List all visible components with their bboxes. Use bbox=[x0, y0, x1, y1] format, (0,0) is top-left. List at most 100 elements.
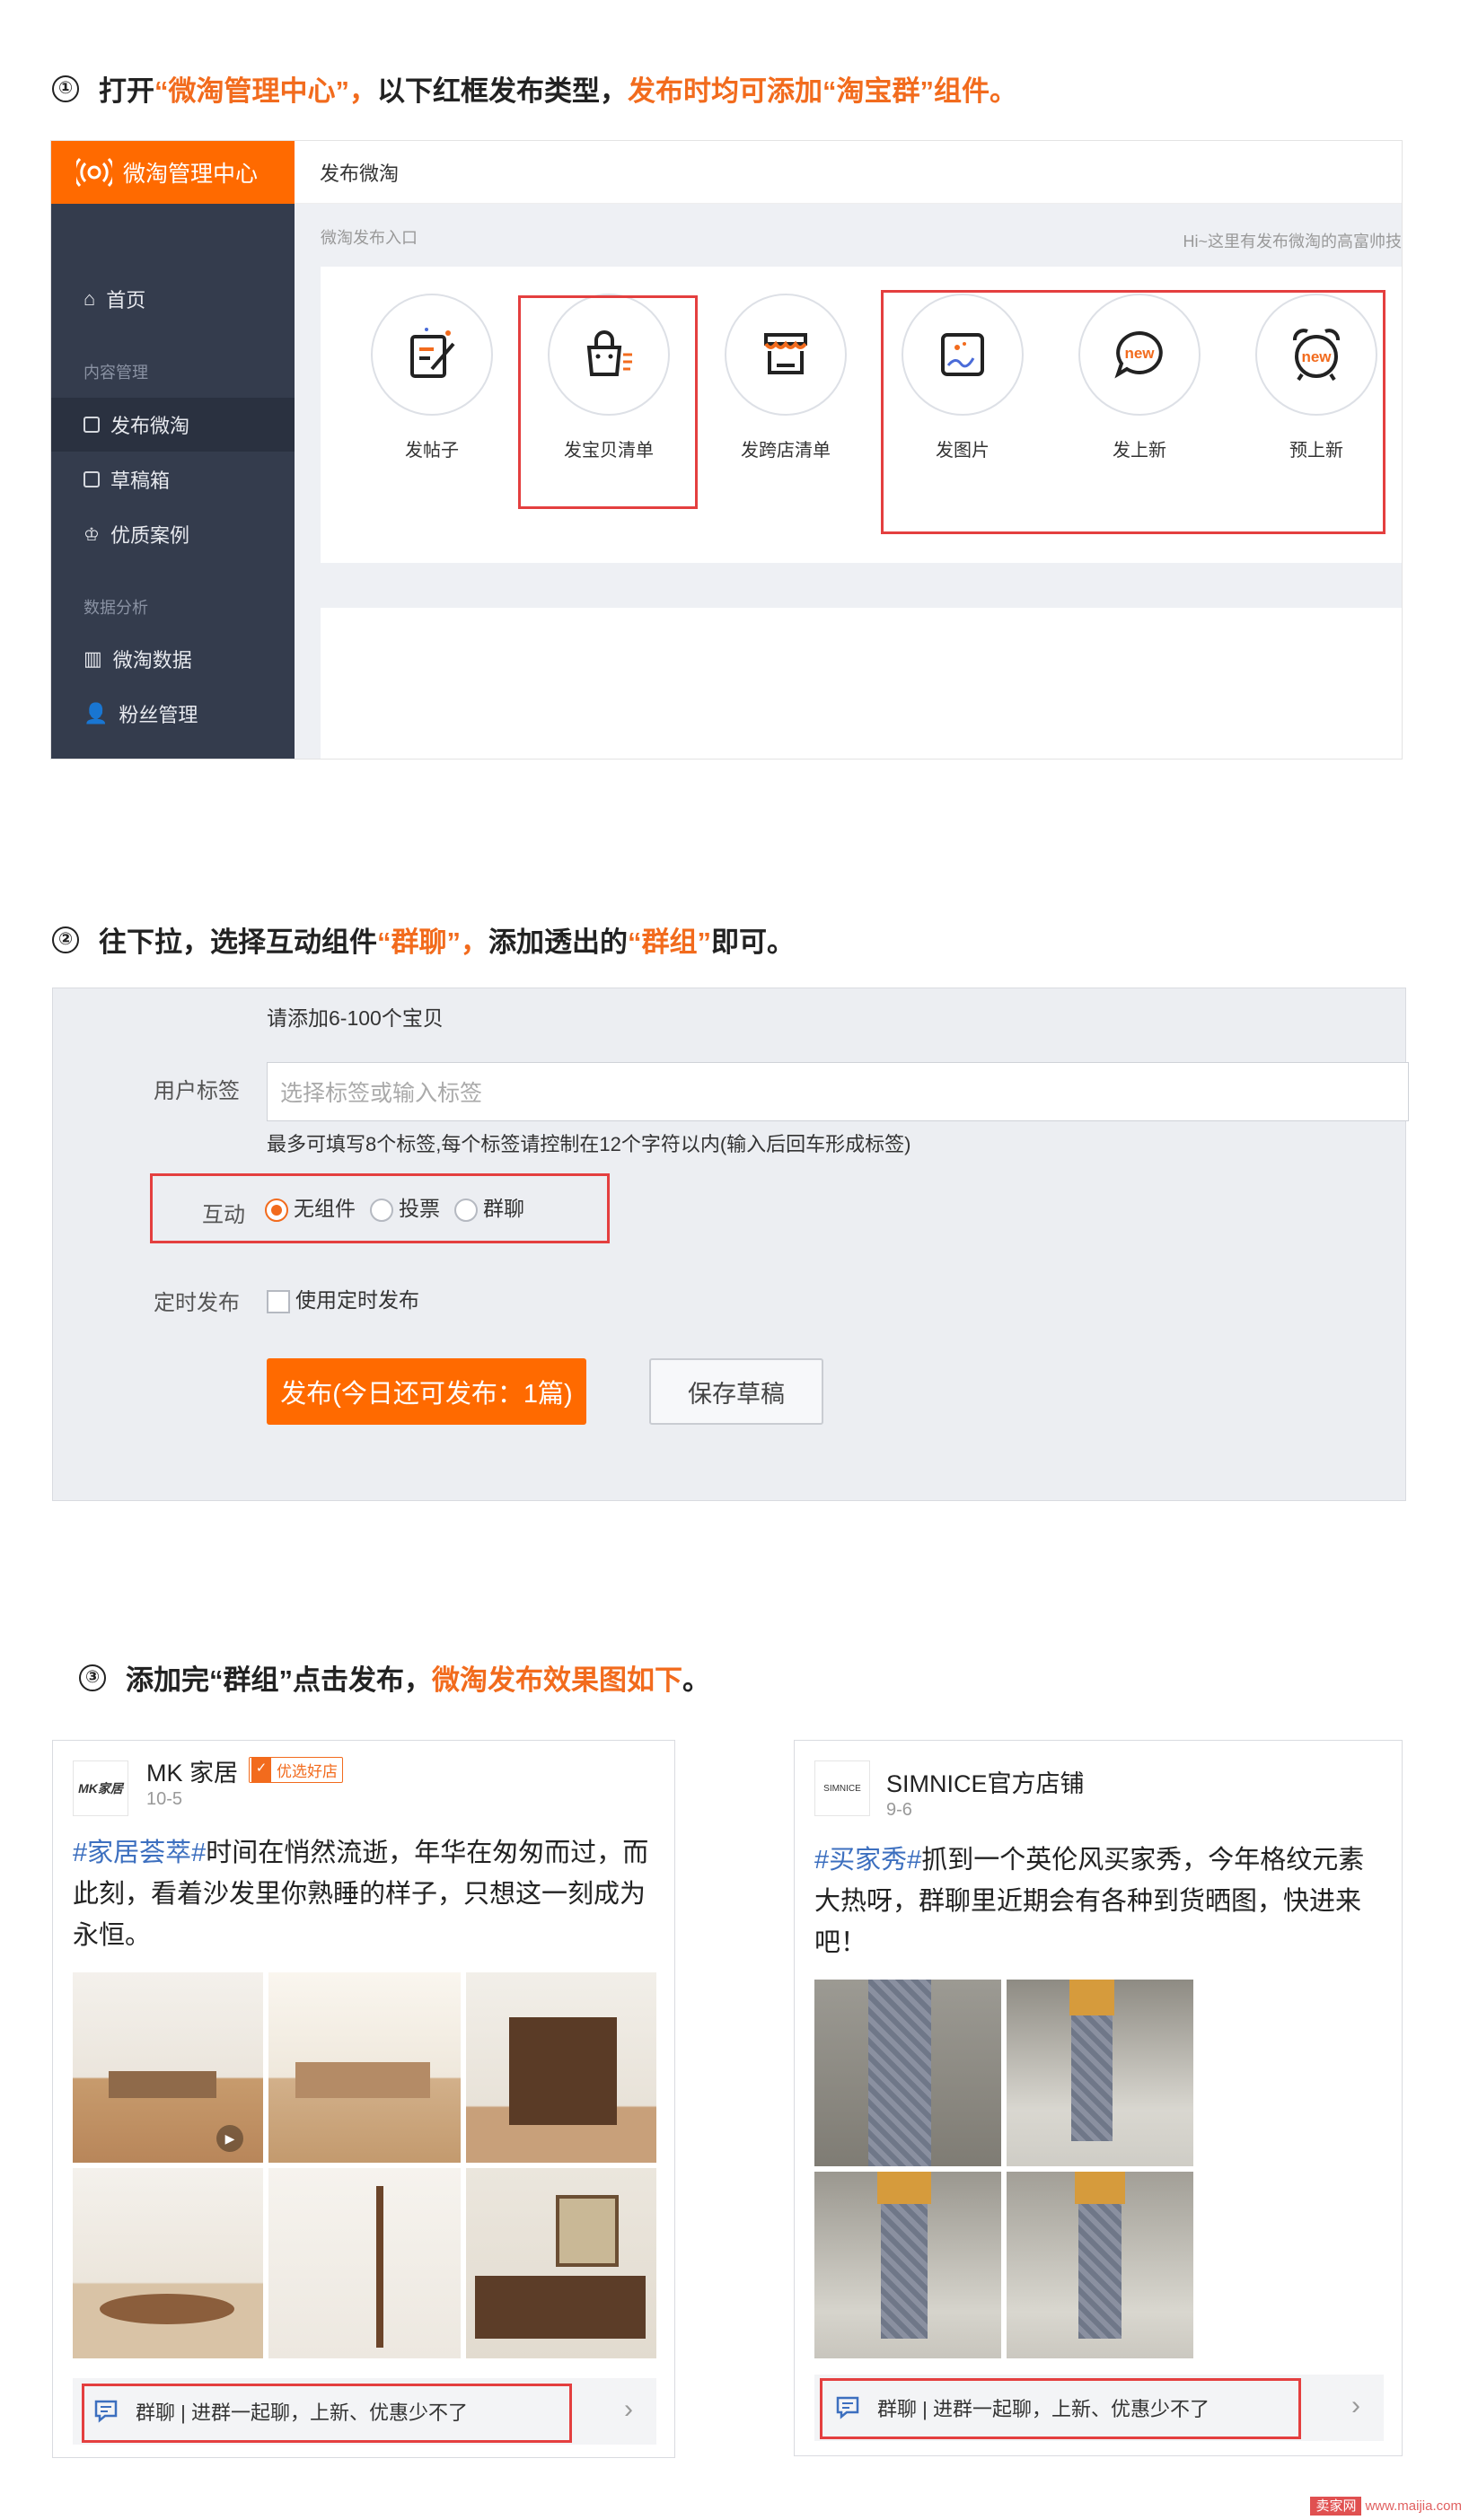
step2-text-e: 即可。 bbox=[711, 926, 795, 958]
highlight-box bbox=[820, 2378, 1301, 2439]
trophy-icon: ♔ bbox=[84, 524, 100, 545]
content-card bbox=[321, 608, 1402, 759]
tag-placeholder: 选择标签或输入标签 bbox=[280, 1081, 483, 1106]
sidebar-item-label: 优质案例 bbox=[110, 524, 189, 547]
step2-text-d: “群组” bbox=[628, 926, 711, 958]
sidebar-item-fans[interactable]: 👤 粉丝管理 bbox=[51, 687, 295, 741]
photo-coat-rack[interactable] bbox=[268, 2168, 461, 2358]
step1-text-a: 打开 bbox=[99, 75, 154, 107]
edit-icon bbox=[84, 417, 100, 433]
schedule-checkbox[interactable]: 使用定时发布 bbox=[267, 1283, 419, 1313]
step1-number: ① bbox=[52, 75, 79, 102]
chevron-right-icon: › bbox=[624, 2394, 633, 2424]
add-items-hint: 请添加6-100个宝贝 bbox=[267, 1006, 444, 1030]
step1-text-c: 以下红框发布类型， bbox=[377, 75, 628, 107]
photo-sofa[interactable] bbox=[268, 1972, 461, 2163]
nav-group-data: 数据分析 bbox=[84, 599, 148, 617]
save-draft-button[interactable]: 保存草稿 bbox=[649, 1358, 823, 1425]
post-card: SIMNICE SIMNICE官方店铺 9-6 #买家秀#抓到一个英伦风买家秀，… bbox=[794, 1740, 1403, 2456]
photo-tv-cabinet[interactable] bbox=[466, 2168, 656, 2358]
watermark-url: www.maijia.com bbox=[1365, 2498, 1462, 2514]
shop-name[interactable]: SIMNICE官方店铺 bbox=[886, 1764, 1085, 1799]
post-card: MK家居 MK 家居 优选好店 10-5 #家居荟萃#时间在悄然流逝，年华在匆匆… bbox=[52, 1740, 675, 2458]
publish-entry-card: 发帖子 发宝贝清单 发跨店清单 发图片 new 发上新 new 预上新 bbox=[321, 267, 1402, 563]
weitao-admin-screenshot: 微淘管理中心 ⌂ 首页 内容管理 发布微淘 草稿箱 ♔ 优质案例 数据分析 ▥ 微淘数… bbox=[50, 140, 1403, 760]
step3-heading: ③ 添加完“群组”点击发布， 微淘发布效果图如下 。 bbox=[79, 1657, 710, 1698]
sidebar-item-label: 草稿箱 bbox=[110, 470, 171, 492]
step3-text-a: 添加完“群组”点击发布， bbox=[126, 1664, 432, 1696]
sidebar-item-label: 粉丝管理 bbox=[119, 704, 198, 726]
highlight-box bbox=[518, 295, 698, 509]
step3-text-c: 。 bbox=[682, 1664, 710, 1696]
shop-name[interactable]: MK 家居 bbox=[146, 1753, 238, 1788]
avatar[interactable]: MK家居 bbox=[73, 1760, 128, 1816]
item-label: 发帖子 bbox=[405, 441, 459, 461]
publish-post-button[interactable]: 发帖子 bbox=[369, 294, 495, 461]
document-icon bbox=[84, 471, 100, 487]
highlight-box bbox=[881, 290, 1385, 534]
page-title: 发布微淘 bbox=[295, 141, 1402, 204]
quality-shop-badge: 优选好店 bbox=[249, 1757, 343, 1783]
step2-text-b: “群聊”， bbox=[377, 926, 488, 958]
post-text: #买家秀#抓到一个英伦风买家秀，今年格纹元素大热呀，群聊里近期会有各种到货晒图，… bbox=[814, 1840, 1389, 1963]
step1-heading: ① 打开 “微淘管理中心”， 以下红框发布类型， 发布时均可添加“淘宝群”组件。 bbox=[52, 68, 1017, 109]
tag-input[interactable]: 选择标签或输入标签 bbox=[267, 1062, 1409, 1121]
step2-number: ② bbox=[52, 926, 79, 953]
avatar[interactable]: SIMNICE bbox=[814, 1760, 870, 1816]
schedule-label: 定时发布 bbox=[154, 1291, 240, 1315]
sidebar-item-data[interactable]: ▥ 微淘数据 bbox=[51, 632, 295, 686]
post-text: #家居荟萃#时间在悄然流逝，年华在匆匆而过，而此刻，看着沙发里你熟睡的样子，只想… bbox=[73, 1832, 656, 1956]
checkbox-label: 使用定时发布 bbox=[295, 1288, 419, 1312]
sidebar-item-label: 微淘数据 bbox=[112, 649, 192, 672]
item-label: 发跨店清单 bbox=[741, 441, 831, 461]
sidebar-item-label: 发布微淘 bbox=[110, 415, 190, 437]
photo-living-room[interactable]: ▶ bbox=[73, 1972, 263, 2163]
publish-cross-shop-button[interactable]: 发跨店清单 bbox=[723, 294, 849, 461]
hashtag[interactable]: #家居荟萃# bbox=[73, 1839, 206, 1867]
step1-text-d: 发布时均可添加“淘宝群”组件。 bbox=[628, 75, 1017, 107]
tag-label: 用户标签 bbox=[154, 1079, 240, 1103]
entry-label: 微淘发布入口 bbox=[321, 229, 418, 247]
hashtag[interactable]: #买家秀# bbox=[814, 1846, 921, 1875]
sidebar-item-home[interactable]: ⌂ 首页 bbox=[51, 272, 295, 326]
highlight-box bbox=[150, 1173, 610, 1243]
photo-outfit-4[interactable] bbox=[1007, 2172, 1193, 2358]
photo-outfit-2[interactable] bbox=[1007, 1980, 1193, 2166]
watermark: 卖家网 www.maijia.com bbox=[1310, 2496, 1462, 2516]
post-icon bbox=[410, 328, 455, 378]
bar-chart-icon: ▥ bbox=[84, 647, 102, 670]
photo-outfit-1[interactable] bbox=[814, 1980, 1001, 2166]
chevron-right-icon: › bbox=[1351, 2391, 1360, 2420]
user-icon: 👤 bbox=[84, 702, 109, 724]
sidebar-item-label: 首页 bbox=[106, 289, 146, 312]
nav-group-content: 内容管理 bbox=[84, 364, 148, 382]
play-icon[interactable]: ▶ bbox=[216, 2125, 243, 2152]
sidebar-item-drafts[interactable]: 草稿箱 bbox=[51, 452, 295, 506]
step2-text-a: 往下拉，选择互动组件 bbox=[99, 926, 377, 958]
main-area: 微淘发布入口 Hi~这里有发布微淘的高富帅技 发帖子 发宝贝清单 发跨店清单 发… bbox=[295, 204, 1402, 759]
watermark-badge: 卖家网 bbox=[1310, 2497, 1362, 2516]
step1-text-b: “微淘管理中心”， bbox=[154, 75, 377, 107]
publish-form-screenshot: 请添加6-100个宝贝 用户标签 选择标签或输入标签 最多可填写8个标签,每个标… bbox=[52, 988, 1409, 1501]
tag-hint: 最多可填写8个标签,每个标签请控制在12个字符以内(输入后回车形成标签) bbox=[267, 1133, 911, 1155]
broadcast-icon bbox=[76, 157, 112, 188]
photo-table[interactable] bbox=[73, 2168, 263, 2358]
checkbox-icon bbox=[267, 1289, 290, 1313]
hint-text: Hi~这里有发布微淘的高富帅技 bbox=[1183, 233, 1402, 250]
post-date: 10-5 bbox=[146, 1789, 183, 1809]
photo-cabinet[interactable] bbox=[466, 1972, 656, 2163]
post-date: 9-6 bbox=[886, 1800, 912, 1820]
publish-button[interactable]: 发布(今日还可发布：1篇) bbox=[267, 1358, 586, 1425]
photo-outfit-3[interactable] bbox=[814, 2172, 1001, 2358]
step2-text-c: 添加透出的 bbox=[488, 926, 628, 958]
step2-heading: ② 往下拉，选择互动组件 “群聊”， 添加透出的 “群组” 即可。 bbox=[52, 919, 795, 960]
sidebar-logo[interactable]: 微淘管理中心 bbox=[51, 141, 295, 204]
logo-text: 微淘管理中心 bbox=[123, 162, 259, 187]
store-icon bbox=[764, 333, 807, 374]
highlight-box bbox=[82, 2384, 572, 2443]
step3-text-b: 微淘发布效果图如下 bbox=[432, 1664, 682, 1696]
sidebar-item-quality[interactable]: ♔ 优质案例 bbox=[51, 507, 295, 561]
step3-number: ③ bbox=[79, 1664, 106, 1691]
sidebar-item-publish[interactable]: 发布微淘 bbox=[51, 398, 295, 452]
home-icon: ⌂ bbox=[84, 287, 96, 310]
